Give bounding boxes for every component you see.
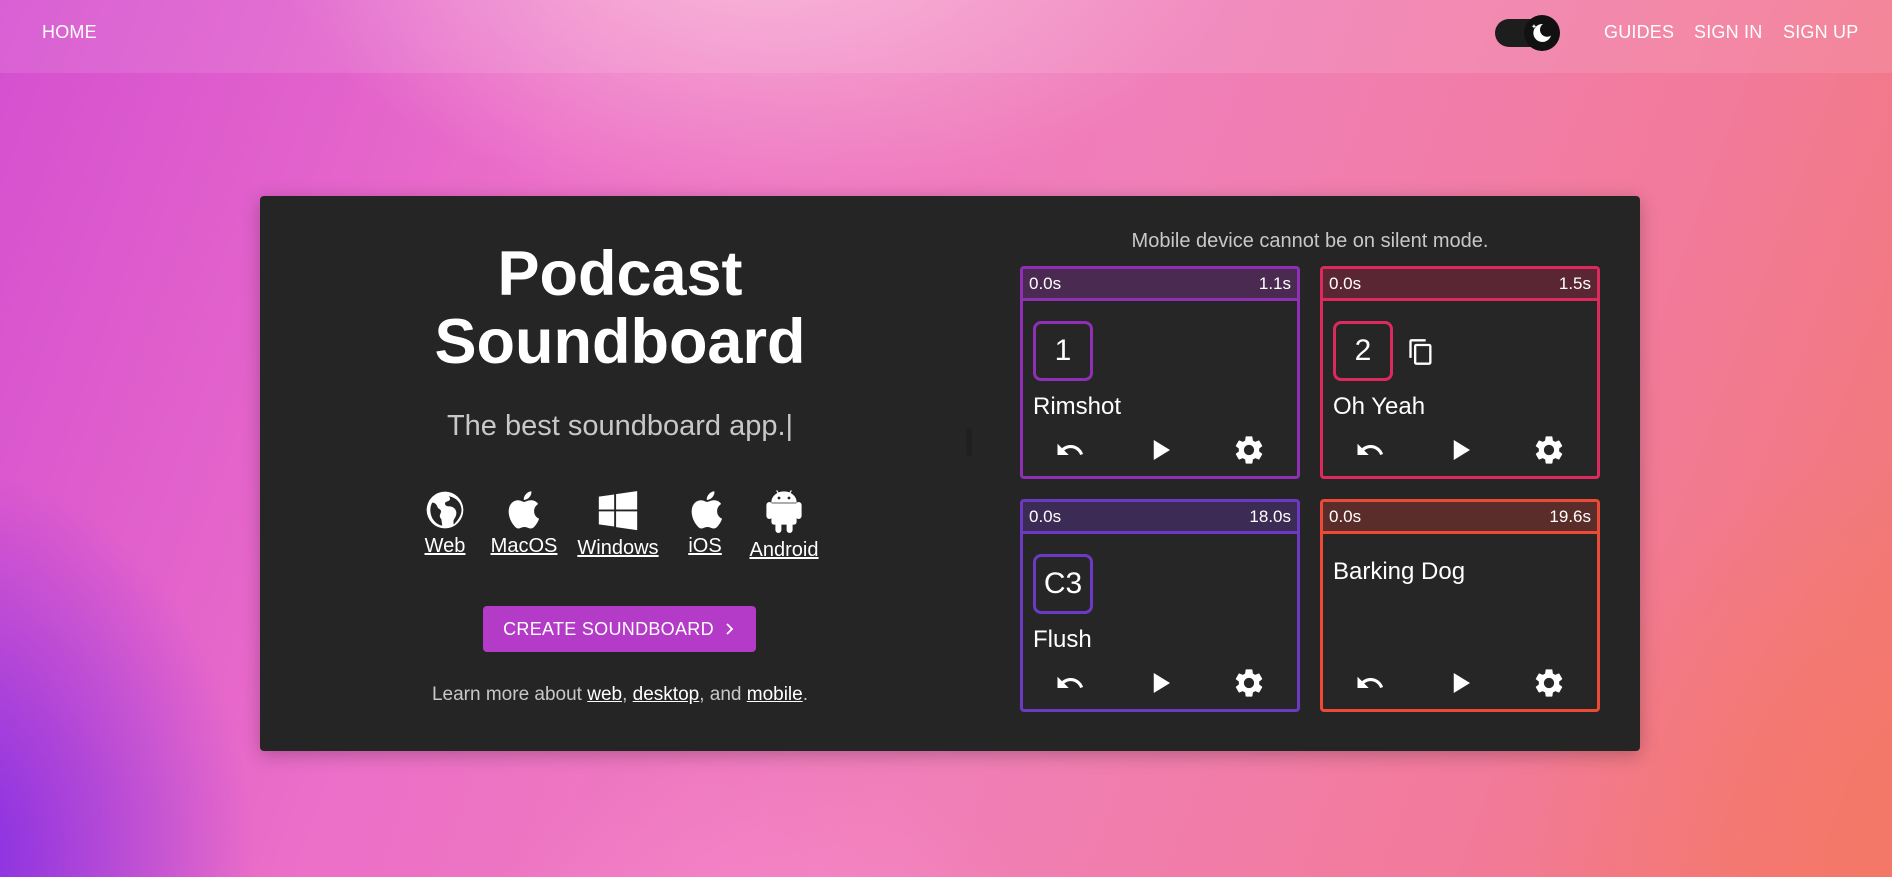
- platform-android-label: Android: [749, 539, 819, 561]
- learn-more-text: Learn more about web, desktop, and mobil…: [260, 684, 980, 706]
- sound-tile[interactable]: 0.0s 18.0s C3 Flush: [1020, 499, 1300, 712]
- panel-divider-handle[interactable]: [966, 428, 972, 456]
- sound-tile[interactable]: 0.0s 1.5s 2 Oh Yeah: [1320, 266, 1600, 479]
- play-button[interactable]: [1441, 665, 1479, 701]
- tile-start-time: 0.0s: [1029, 506, 1062, 526]
- learn-mobile-link[interactable]: mobile: [747, 684, 803, 705]
- tile-controls: [1323, 665, 1597, 701]
- settings-button[interactable]: [1530, 665, 1568, 701]
- tile-start-time: 0.0s: [1329, 506, 1362, 526]
- tile-controls: [1023, 432, 1297, 468]
- apple-icon: [691, 491, 723, 529]
- tile-hotkey[interactable]: C3: [1033, 554, 1093, 614]
- dark-mode-toggle[interactable]: [1495, 15, 1560, 51]
- replay-button[interactable]: [1351, 432, 1389, 468]
- tile-progress-bar: 0.0s 1.5s: [1323, 269, 1597, 301]
- platform-macos-link[interactable]: MacOS: [489, 488, 559, 558]
- android-icon: [766, 490, 802, 533]
- tile-sound-name: Oh Yeah: [1333, 393, 1426, 420]
- title-line-2: Soundboard: [434, 307, 806, 377]
- platform-macos-label: MacOS: [490, 535, 558, 557]
- platform-web-label: Web: [424, 535, 466, 557]
- gear-icon: [1535, 669, 1563, 697]
- learn-separator: ,: [622, 684, 633, 705]
- nav-sign-up-link[interactable]: SIGN UP: [1783, 22, 1858, 43]
- platform-links: Web MacOS Windows iOS Android: [260, 488, 980, 568]
- tile-progress-bar: 0.0s 18.0s: [1023, 502, 1297, 534]
- tile-duration: 18.0s: [1249, 506, 1291, 526]
- tile-sound-name: Flush: [1033, 626, 1092, 653]
- tile-sound-name: Rimshot: [1033, 393, 1122, 420]
- create-soundboard-label: CREATE SOUNDBOARD: [503, 618, 714, 639]
- tile-controls: [1323, 432, 1597, 468]
- play-button[interactable]: [1141, 432, 1179, 468]
- windows-icon: [598, 491, 638, 531]
- undo-icon: [1357, 443, 1384, 455]
- platform-ios-link[interactable]: iOS: [685, 488, 725, 558]
- tile-progress-bar: 0.0s 19.6s: [1323, 502, 1597, 534]
- replay-button[interactable]: [1351, 665, 1389, 701]
- top-navbar: HOME GUIDES SIGN IN SIGN UP: [0, 0, 1892, 73]
- play-icon: [1153, 673, 1170, 693]
- learn-desktop-link[interactable]: desktop: [633, 684, 700, 705]
- tile-duration: 19.6s: [1549, 506, 1591, 526]
- copy-icon[interactable]: [1407, 337, 1435, 372]
- undo-icon: [1057, 443, 1084, 455]
- moon-icon: [1524, 15, 1560, 51]
- learn-more-prefix: Learn more about: [431, 684, 588, 705]
- play-icon: [1153, 440, 1170, 460]
- undo-icon: [1057, 676, 1084, 688]
- page-title: Podcast Soundboard: [260, 240, 980, 376]
- hero-left-panel: Podcast Soundboard The best soundboard a…: [260, 196, 980, 751]
- platform-windows-link[interactable]: Windows: [576, 488, 660, 560]
- platform-web-link[interactable]: Web: [422, 488, 468, 558]
- learn-web-link[interactable]: web: [587, 684, 622, 705]
- hero-card: Podcast Soundboard The best soundboard a…: [260, 196, 1640, 751]
- nav-home-link[interactable]: HOME: [42, 22, 97, 43]
- tile-progress-bar: 0.0s 1.1s: [1023, 269, 1297, 301]
- learn-separator: , and: [699, 684, 747, 705]
- gear-icon: [1235, 436, 1263, 464]
- tile-hotkey[interactable]: 1: [1033, 321, 1093, 381]
- replay-button[interactable]: [1051, 432, 1089, 468]
- sound-tile[interactable]: 0.0s 19.6s Barking Dog: [1320, 499, 1600, 712]
- platform-windows-label: Windows: [577, 537, 659, 559]
- globe-icon: [426, 491, 464, 529]
- play-button[interactable]: [1441, 432, 1479, 468]
- tile-duration: 1.1s: [1258, 273, 1291, 293]
- settings-button[interactable]: [1230, 432, 1268, 468]
- play-icon: [1453, 440, 1470, 460]
- title-line-1: Podcast: [497, 239, 743, 309]
- chevron-right-icon: [726, 623, 734, 635]
- platform-ios-label: iOS: [688, 535, 722, 557]
- tagline: The best soundboard app.|: [446, 410, 794, 442]
- learn-more-suffix: .: [802, 684, 809, 705]
- tile-hotkey[interactable]: 2: [1333, 321, 1393, 381]
- play-icon: [1453, 673, 1470, 693]
- nav-guides-link[interactable]: GUIDES: [1604, 22, 1674, 43]
- apple-icon: [508, 491, 540, 529]
- nav-sign-in-link[interactable]: SIGN IN: [1694, 22, 1762, 43]
- replay-button[interactable]: [1051, 665, 1089, 701]
- create-soundboard-button[interactable]: CREATE SOUNDBOARD: [483, 606, 756, 652]
- tile-start-time: 0.0s: [1329, 273, 1362, 293]
- sound-tile[interactable]: 0.0s 1.1s 1 Rimshot: [1020, 266, 1300, 479]
- undo-icon: [1357, 676, 1384, 688]
- tile-start-time: 0.0s: [1029, 273, 1062, 293]
- platform-android-link[interactable]: Android: [748, 488, 820, 562]
- play-button[interactable]: [1141, 665, 1179, 701]
- gear-icon: [1235, 669, 1263, 697]
- tile-duration: 1.5s: [1558, 273, 1591, 293]
- settings-button[interactable]: [1530, 432, 1568, 468]
- silent-mode-notice: Mobile device cannot be on silent mode.: [1131, 230, 1489, 252]
- tile-controls: [1023, 665, 1297, 701]
- tile-sound-name: Barking Dog: [1333, 558, 1466, 585]
- gear-icon: [1535, 436, 1563, 464]
- settings-button[interactable]: [1230, 665, 1268, 701]
